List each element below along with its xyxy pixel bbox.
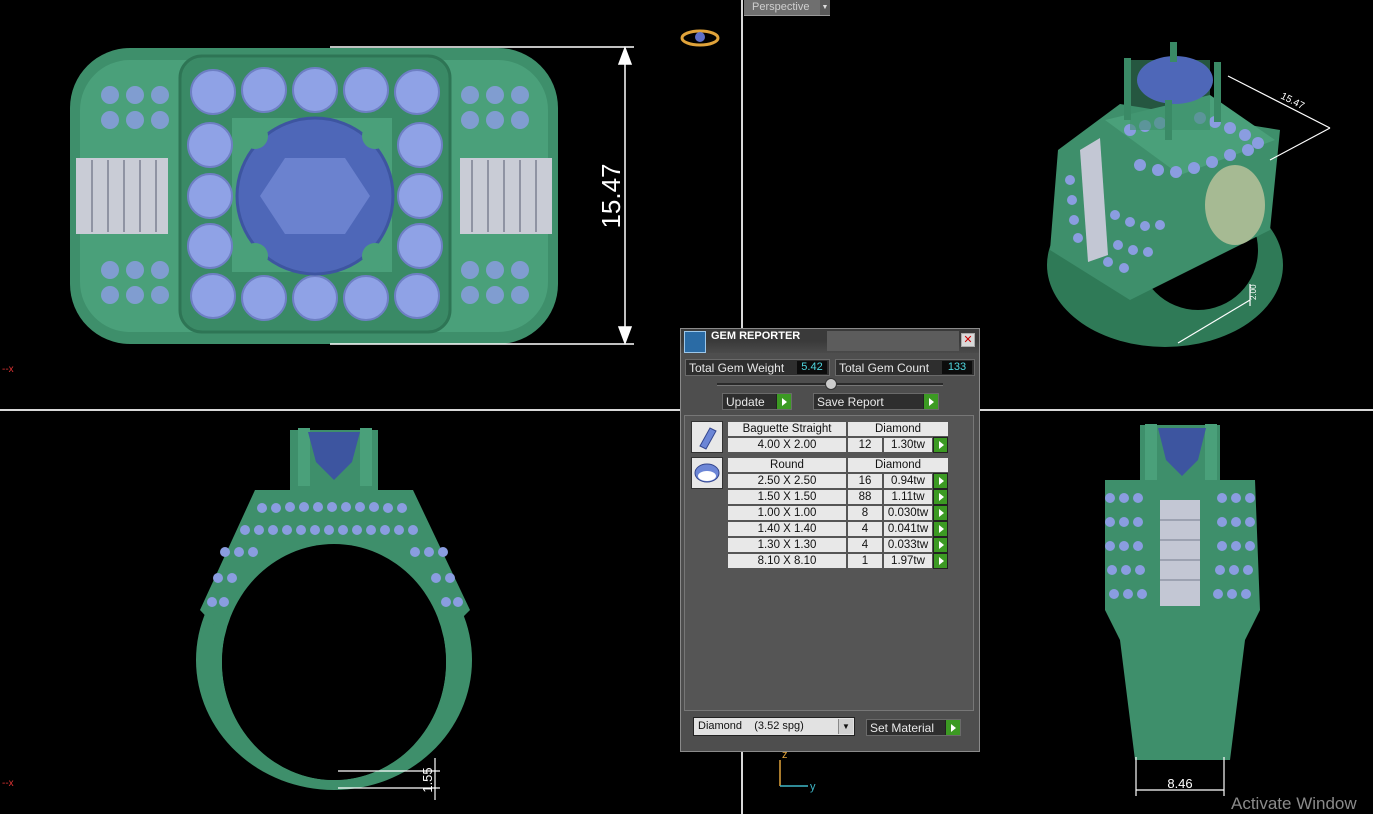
gem-size-cell: 8.10 X 8.10 (727, 553, 847, 569)
gem-weight-cell: 1.11tw (883, 489, 933, 505)
gem-row-play-button[interactable] (933, 489, 948, 505)
gem-weight-cell: 0.033tw (883, 537, 933, 553)
ring-front-view[interactable] (196, 428, 472, 790)
gem-reporter-titlebar[interactable]: GEM REPORTER ✕ (681, 329, 979, 353)
play-icon[interactable] (776, 394, 791, 409)
perspective-viewport-tab[interactable]: Perspective ▼ (744, 0, 830, 16)
set-material-button[interactable]: Set Material (866, 719, 961, 736)
gem-reporter-logo-icon (684, 331, 706, 353)
axis-x-marker-bottom: --x (2, 778, 14, 789)
update-label: Update (726, 395, 765, 409)
play-icon[interactable] (945, 720, 960, 735)
gem-count-cell: 8 (847, 505, 883, 521)
gem-weight-cell: 0.94tw (883, 473, 933, 489)
gem-row-play-button[interactable] (933, 553, 948, 569)
gem-count-cell: 16 (847, 473, 883, 489)
total-gem-count-field: Total Gem Count 133 (835, 359, 975, 376)
gem-count-cell: 12 (847, 437, 883, 453)
gem-count-cell: 88 (847, 489, 883, 505)
gem-material-header: Diamond (847, 421, 949, 437)
total-gem-weight-field: Total Gem Weight 5.42 (685, 359, 830, 376)
update-button[interactable]: Update (722, 393, 792, 410)
gem-reporter-title: GEM REPORTER (711, 330, 801, 342)
gem-weight-cell: 1.97tw (883, 553, 933, 569)
dimension-side-width-label: 8.46 (1167, 776, 1192, 791)
gem-row-play-button[interactable] (933, 521, 948, 537)
total-gem-weight-label: Total Gem Weight (689, 361, 785, 375)
gem-weight-cell: 0.030tw (883, 505, 933, 521)
gem-shape-header: Baguette Straight (727, 421, 847, 437)
baguette-gem-icon[interactable] (691, 421, 723, 453)
titlebar-spacer (827, 331, 959, 351)
gem-material-header: Diamond (847, 457, 949, 473)
set-material-label: Set Material (870, 721, 935, 735)
gem-shape-header: Round (727, 457, 847, 473)
axis-y-label: y (810, 781, 816, 793)
ring-top-view[interactable] (70, 48, 558, 344)
gem-count-cell: 4 (847, 537, 883, 553)
total-gem-weight-value: 5.42 (797, 361, 827, 374)
perspective-label: Perspective (752, 1, 810, 13)
axis-x-marker-top: --x (2, 364, 14, 375)
panel-slider-knob[interactable] (825, 378, 837, 390)
chevron-down-icon[interactable]: ▼ (820, 0, 830, 15)
gem-row-play-button[interactable] (933, 473, 948, 489)
material-select-value: Diamond (3.52 spg) (698, 720, 804, 732)
gem-size-cell: 1.00 X 1.00 (727, 505, 847, 521)
gem-row-play-button[interactable] (933, 505, 948, 521)
gem-size-cell: 4.00 X 2.00 (727, 437, 847, 453)
dimension-shank-label: 1.55 (420, 767, 435, 792)
chevron-down-icon[interactable]: ▼ (838, 719, 853, 734)
gem-list[interactable]: Baguette Straight Diamond 4.00 X 2.00 12… (684, 415, 974, 711)
gem-row-play-button[interactable] (933, 537, 948, 553)
gem-size-cell: 1.50 X 1.50 (727, 489, 847, 505)
gem-size-cell: 2.50 X 2.50 (727, 473, 847, 489)
dimension-top-height-label: 15.47 (596, 163, 626, 228)
gem-size-cell: 1.40 X 1.40 (727, 521, 847, 537)
material-select[interactable]: Diamond (3.52 spg) ▼ (693, 717, 855, 736)
activation-watermark: Activate Window (1231, 794, 1357, 813)
gem-size-cell: 1.30 X 1.30 (727, 537, 847, 553)
gem-weight-cell: 0.041tw (883, 521, 933, 537)
dimension-perspective-label-2: 2.00 (1249, 284, 1258, 300)
total-gem-count-label: Total Gem Count (839, 361, 930, 375)
gem-row-play-button[interactable] (933, 437, 948, 453)
ring-side-view[interactable] (1105, 424, 1260, 760)
axis-gizmo (779, 760, 808, 787)
gem-count-cell: 4 (847, 521, 883, 537)
play-icon[interactable] (923, 394, 938, 409)
gem-reporter-panel[interactable]: GEM REPORTER ✕ Total Gem Weight 5.42 Tot… (680, 328, 980, 752)
round-gem-icon[interactable] (691, 457, 723, 489)
orientation-ring-icon[interactable] (680, 29, 720, 47)
gem-weight-cell: 1.30tw (883, 437, 933, 453)
save-report-button[interactable]: Save Report (813, 393, 939, 410)
save-report-label: Save Report (817, 395, 884, 409)
close-icon[interactable]: ✕ (961, 333, 975, 347)
gem-count-cell: 1 (847, 553, 883, 569)
total-gem-count-value: 133 (942, 361, 972, 374)
